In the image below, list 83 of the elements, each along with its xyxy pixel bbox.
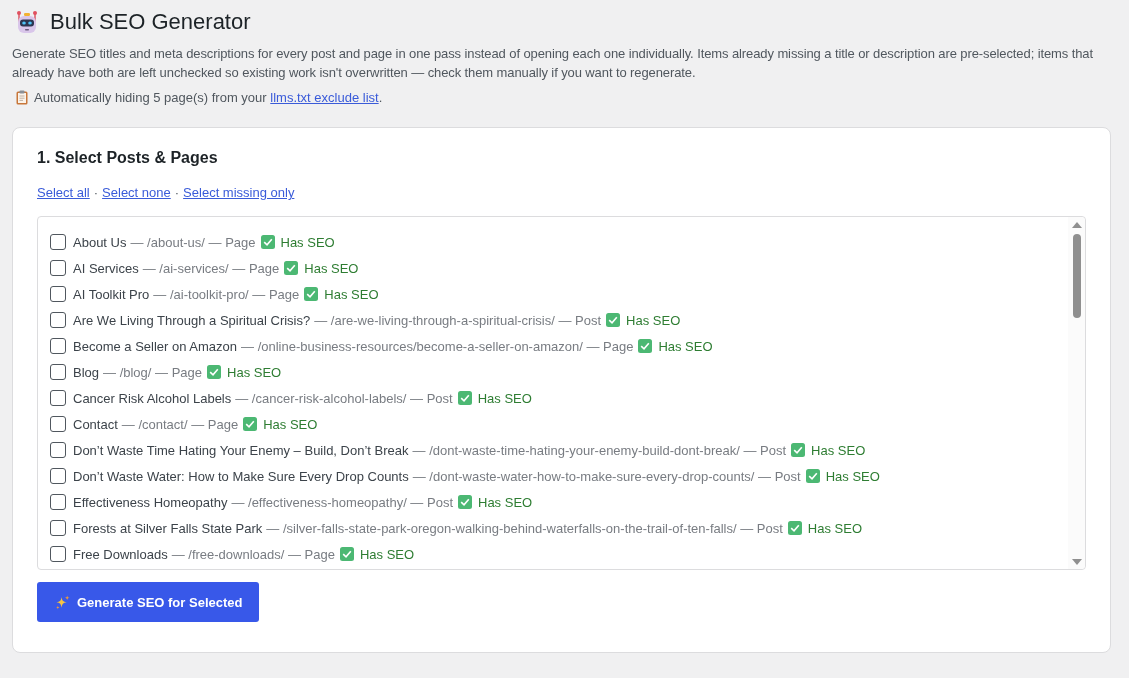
post-meta: — /silver-falls-state-park-oregon-walking-behind-waterfalls-on-the-trail-of-ten-falls/ — Post [266,520,783,536]
post-meta: — /cancer-risk-alcohol-labels/ — Post [235,390,453,406]
checkbox[interactable] [50,442,66,458]
check-icon [207,365,222,379]
seo-status-label: Has SEO [324,286,379,302]
post-meta: — /blog/ — Page [103,364,203,380]
check-icon [339,547,354,561]
checkbox[interactable] [50,416,66,432]
generate-seo-button[interactable]: Generate SEO for Selected [37,582,260,622]
checkbox[interactable] [50,364,66,380]
seo-status-label: Has SEO [359,546,415,562]
check-icon [457,391,472,405]
scrollbar[interactable] [1068,217,1085,569]
seo-status-label: Has SEO [477,390,532,406]
selection-link[interactable]: Select all [37,184,90,202]
post-meta: — /free-downloads/ — Page [171,546,335,562]
post-title: Don’t Waste Time Hating Your Enemy – Build, Don’t Break [73,442,409,458]
seo-status-label: Has SEO [807,520,863,536]
post-meta: — /ai-services/ — Page [142,260,280,276]
seo-status-label: Has SEO [626,312,681,328]
post-title: Forests at Silver Falls State Park [73,520,263,536]
check-icon [284,261,299,275]
link-separator: · [93,184,99,202]
post-meta: — /are-we-living-through-a-spiritual-crisis/ — Post [314,312,602,328]
check-icon [606,313,621,327]
checkbox[interactable] [50,234,66,250]
section-heading: 1. Select Posts & Pages [37,148,219,168]
clipboard-icon [16,90,28,105]
checkbox[interactable] [50,390,66,406]
post-meta: — /about-us/ — Page [130,234,256,250]
checkbox[interactable] [50,520,66,536]
post-title: Effectiveness Homeopathy [73,494,228,510]
checkbox[interactable] [50,494,66,510]
scrollbar-thumb[interactable] [1072,234,1081,318]
post-title: Become a Seller on Amazon [73,338,238,354]
seo-status-label: Has SEO [658,338,713,354]
seo-status-label: Has SEO [478,494,533,510]
exclude-list-link[interactable]: llms.txt exclude list [270,90,379,105]
post-meta: — /effectiveness-homeopathy/ — Post [231,494,453,510]
check-icon [805,469,820,483]
post-title: AI Toolkit Pro [73,286,150,302]
check-icon [260,235,275,249]
link-separator: · [174,184,180,202]
sparkle-icon [55,594,70,610]
check-icon [243,417,258,431]
notice-text: Automatically hiding 5 page(s) from your llms.txt exclude list. [34,89,383,107]
post-title: Contact [73,416,118,432]
post-title: Cancer Risk Alcohol Labels [73,390,232,406]
scroll-up-arrow-icon[interactable] [1071,222,1082,228]
post-meta: — /dont-waste-water-how-to-make-sure-every-drop-counts/ — Post [412,468,801,484]
checkbox[interactable] [50,546,66,562]
post-meta: — /online-business-resources/become-a-seller-on-amazon/ — Page [241,338,634,354]
check-icon [787,521,802,535]
post-title: Free Downloads [73,546,168,562]
post-title: AI Services [73,260,139,276]
checkbox[interactable] [50,260,66,276]
seo-status-label: Has SEO [304,260,359,276]
post-meta: — /ai-toolkit-pro/ — Page [153,286,300,302]
check-icon [458,495,472,509]
post-title: Don’t Waste Water: How to Make Sure Every Drop Counts [73,468,409,484]
checkbox[interactable] [50,286,66,302]
robot-icon [16,10,38,34]
checkbox[interactable] [50,312,66,328]
scroll-down-arrow-icon[interactable] [1071,559,1082,565]
selection-link[interactable]: Select none [102,184,171,202]
seo-status-label: Has SEO [227,364,282,380]
check-icon [304,287,319,301]
post-title: Blog [73,364,100,380]
post-meta: — /contact/ — Page [121,416,239,432]
post-meta: — /dont-waste-time-hating-your-enemy-build-dont-break/ — Post [412,442,787,458]
post-title: About Us [73,234,127,250]
checkbox[interactable] [50,468,66,484]
post-title: Are We Living Through a Spiritual Crisis? [73,312,311,328]
seo-status-label: Has SEO [263,416,318,432]
checkbox[interactable] [50,338,66,354]
seo-status-label: Has SEO [280,234,335,250]
check-icon [791,443,806,457]
page-title: Bulk SEO Generator [50,8,251,36]
seo-status-label: Has SEO [811,442,866,458]
seo-status-label: Has SEO [825,468,880,484]
check-icon [638,339,653,353]
selection-link[interactable]: Select missing only [183,184,295,202]
description-text: Generate SEO titles and meta descriptions for every post and page in one pass instead of opening each one individually. Items already missing a title or description are pre-selected; items that already have both are left unchecked so existing work isn't overwritten — check them manually if you want to regenerate. [12,45,1094,82]
